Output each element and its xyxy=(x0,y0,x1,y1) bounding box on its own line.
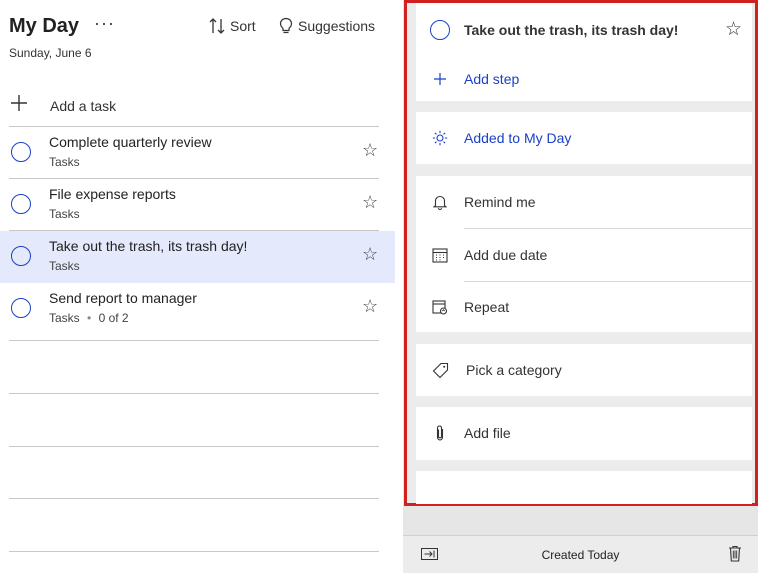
empty-row-line xyxy=(9,498,379,499)
more-options-button[interactable]: ··· xyxy=(94,13,115,34)
empty-row-line xyxy=(9,551,379,552)
sort-label: Sort xyxy=(230,18,256,34)
detail-footer: Created Today xyxy=(403,535,758,573)
task-name: Take out the trash, its trash day! xyxy=(49,238,248,254)
task-row-selected[interactable]: Take out the trash, its trash day! Tasks… xyxy=(0,231,395,283)
task-list-meta: Tasks • 0 of 2 xyxy=(49,311,129,325)
page-date: Sunday, June 6 xyxy=(9,46,92,60)
task-complete-checkbox[interactable] xyxy=(11,194,31,214)
sort-button[interactable]: Sort xyxy=(209,17,256,35)
add-due-date-label: Add due date xyxy=(464,247,548,263)
added-to-my-day-button[interactable]: Added to My Day xyxy=(416,112,752,164)
detail-title-row: Take out the trash, its trash day! ☆ xyxy=(416,4,752,56)
task-detail-pane: Take out the trash, its trash day! ☆ Add… xyxy=(403,0,758,573)
task-complete-checkbox[interactable] xyxy=(11,142,31,162)
add-task-row[interactable]: Add a task xyxy=(9,85,379,127)
add-due-date-button[interactable]: Add due date xyxy=(416,229,752,281)
task-row[interactable]: Send report to manager Tasks • 0 of 2 ☆ xyxy=(0,283,395,341)
detail-task-title[interactable]: Take out the trash, its trash day! xyxy=(464,22,678,38)
add-file-button[interactable]: Add file xyxy=(416,407,752,459)
task-list-name: Tasks xyxy=(49,207,80,221)
task-title-card: Take out the trash, its trash day! ☆ Add… xyxy=(416,3,752,101)
task-complete-checkbox[interactable] xyxy=(11,246,31,266)
tag-icon xyxy=(416,362,464,379)
pick-category-label: Pick a category xyxy=(466,362,562,378)
star-icon[interactable]: ☆ xyxy=(362,192,378,213)
task-row[interactable]: Complete quarterly review Tasks ☆ xyxy=(0,127,395,179)
repeat-label: Repeat xyxy=(464,299,510,315)
add-task-label: Add a task xyxy=(50,97,117,114)
task-list-name: Tasks xyxy=(49,311,80,325)
task-list-pane: My Day ··· Sunday, June 6 Sort Suggestio… xyxy=(0,0,403,573)
sun-icon xyxy=(416,130,464,146)
add-file-label: Add file xyxy=(464,425,511,441)
task-list-name: Tasks xyxy=(49,259,80,273)
plus-icon xyxy=(9,93,33,118)
added-to-my-day-label: Added to My Day xyxy=(464,130,572,146)
add-step-button[interactable]: Add step xyxy=(416,53,752,105)
task-list-name: Tasks xyxy=(49,155,80,169)
lightbulb-icon xyxy=(279,17,293,35)
suggestions-button[interactable]: Suggestions xyxy=(279,17,375,35)
trash-icon[interactable] xyxy=(728,545,742,567)
bell-icon xyxy=(416,194,464,210)
task-steps-count: 0 of 2 xyxy=(98,311,129,325)
empty-row-line xyxy=(9,446,379,447)
reminders-card: Remind me Add due date Repeat xyxy=(416,176,752,332)
repeat-button[interactable]: Repeat xyxy=(416,281,752,333)
task-name: Complete quarterly review xyxy=(49,134,212,150)
created-date-text: Created Today xyxy=(541,548,620,562)
task-name: File expense reports xyxy=(49,186,176,202)
star-icon[interactable]: ☆ xyxy=(362,244,378,265)
task-row[interactable]: File expense reports Tasks ☆ xyxy=(0,179,395,231)
category-card: Pick a category xyxy=(416,344,752,396)
sort-icon xyxy=(209,17,225,35)
paperclip-icon xyxy=(416,424,464,442)
divider xyxy=(9,340,379,341)
remind-me-label: Remind me xyxy=(464,194,536,210)
plus-icon xyxy=(416,72,464,86)
repeat-icon xyxy=(416,299,464,315)
remind-me-button[interactable]: Remind me xyxy=(416,176,752,228)
my-day-card: Added to My Day xyxy=(416,112,752,164)
star-icon[interactable]: ☆ xyxy=(362,296,378,317)
dot-separator: • xyxy=(87,311,92,325)
notes-area[interactable] xyxy=(416,471,752,504)
pick-category-button[interactable]: Pick a category xyxy=(416,344,752,396)
suggestions-label: Suggestions xyxy=(298,18,376,34)
star-icon[interactable]: ☆ xyxy=(362,140,378,161)
task-name: Send report to manager xyxy=(49,290,197,306)
page-title: My Day xyxy=(9,15,80,37)
calendar-icon xyxy=(416,247,464,263)
empty-row-line xyxy=(9,393,379,394)
detail-complete-checkbox[interactable] xyxy=(430,20,450,40)
detail-highlight-frame: Take out the trash, its trash day! ☆ Add… xyxy=(404,0,758,506)
task-complete-checkbox[interactable] xyxy=(11,298,31,318)
star-icon[interactable]: ☆ xyxy=(725,18,742,41)
file-card: Add file xyxy=(416,407,752,460)
add-step-label: Add step xyxy=(464,71,520,87)
